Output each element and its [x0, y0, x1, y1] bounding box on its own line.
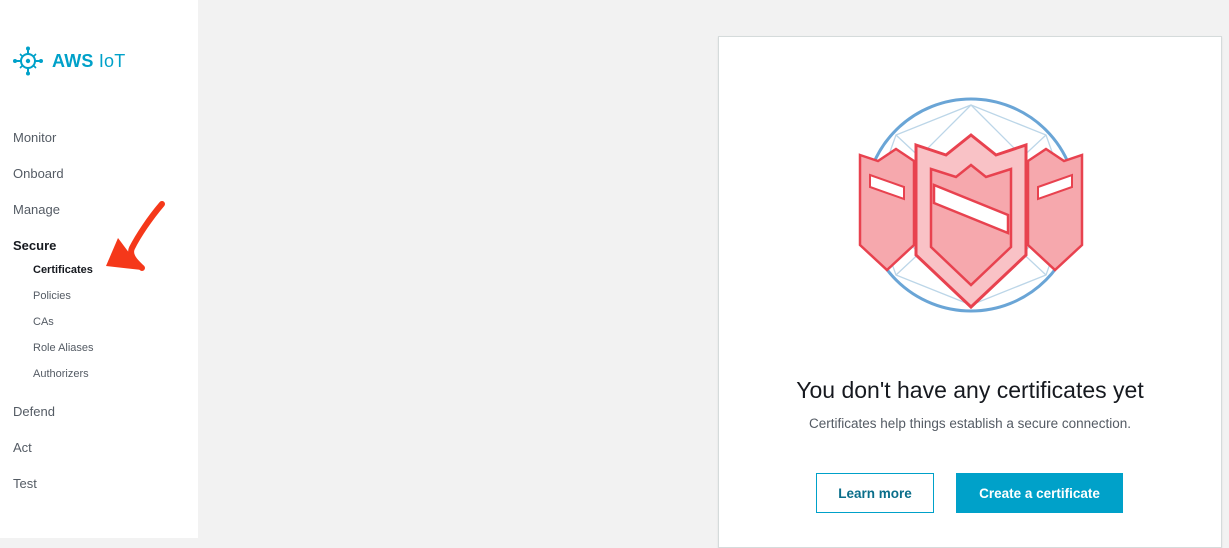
create-certificate-button[interactable]: Create a certificate [956, 473, 1123, 513]
nav-subitem-policies[interactable]: Policies [33, 290, 71, 302]
logo-text: AWS IoT [52, 50, 126, 71]
sidebar: AWS IoT Monitor Onboard Manage Secure Ce… [0, 0, 198, 538]
nav-item-test[interactable]: Test [13, 476, 37, 491]
nav-item-defend[interactable]: Defend [13, 404, 55, 419]
nav-subitem-certificates[interactable]: Certificates [33, 264, 93, 276]
empty-state-title: You don't have any certificates yet [796, 377, 1144, 403]
empty-state-description: Certificates help things establish a sec… [809, 416, 1131, 431]
nav-item-act[interactable]: Act [13, 440, 32, 455]
empty-state-card: You don't have any certificates yet Cert… [718, 36, 1222, 548]
nav-item-secure[interactable]: Secure [13, 238, 56, 253]
nav-subitem-role-aliases[interactable]: Role Aliases [33, 342, 94, 354]
nav-item-onboard[interactable]: Onboard [13, 166, 64, 181]
nav-subitem-cas[interactable]: CAs [33, 316, 54, 328]
aws-iot-logo[interactable]: AWS IoT [12, 46, 125, 76]
iot-logo-icon [13, 46, 43, 76]
learn-more-button[interactable]: Learn more [816, 473, 934, 513]
nav-subitem-authorizers[interactable]: Authorizers [33, 368, 89, 380]
nav-item-manage[interactable]: Manage [13, 202, 60, 217]
nav-item-monitor[interactable]: Monitor [13, 130, 56, 145]
security-shield-illustration-icon [858, 97, 1084, 313]
annotation-arrow-icon [106, 201, 165, 271]
